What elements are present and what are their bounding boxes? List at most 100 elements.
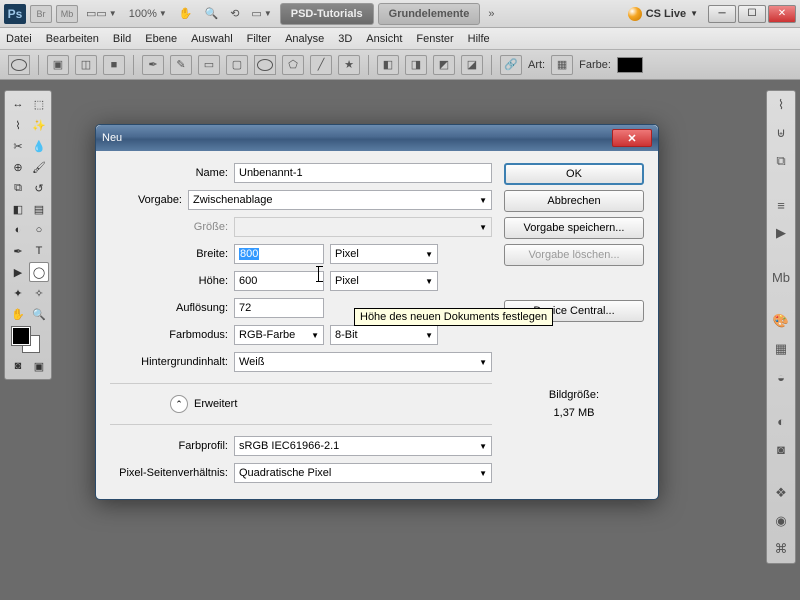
view-arrange-dropdown[interactable]: ▭▭ ▼ (82, 7, 121, 20)
colormode-dropdown[interactable]: RGB-Farbe▼ (234, 325, 324, 345)
menu-bild[interactable]: Bild (113, 33, 131, 45)
minibridge-icon[interactable]: Mb (56, 5, 78, 23)
mode-fill-icon[interactable]: ■ (103, 55, 125, 75)
3d-tool-icon[interactable]: ✦ (8, 283, 28, 303)
adjustments-panel-icon[interactable]: ◐ (770, 411, 792, 431)
stamp-tool-icon[interactable]: ⧉ (8, 178, 28, 198)
extras-dropdown[interactable]: ▭ ▼ (247, 7, 275, 20)
eyedropper-icon[interactable]: 💧 (29, 136, 49, 156)
channels-panel-icon[interactable]: ◉ (770, 511, 792, 531)
zoom-tool-icon[interactable]: 🔍 (200, 7, 222, 20)
shape-ellipse-icon[interactable] (8, 55, 30, 75)
mode-path-icon[interactable]: ◫ (75, 55, 97, 75)
menu-3d[interactable]: 3D (338, 33, 352, 45)
color-swatches[interactable] (8, 325, 49, 355)
dodge-tool-icon[interactable]: ○ (29, 220, 49, 240)
clone-source-icon[interactable]: ⧉ (770, 151, 792, 171)
actions-panel-icon[interactable]: ▶ (770, 223, 792, 243)
rotate-view-icon[interactable]: ⟲ (226, 7, 243, 20)
path-intersect-icon[interactable]: ◩ (433, 55, 455, 75)
menu-datei[interactable]: Datei (6, 33, 32, 45)
color-panel-icon[interactable]: 🎨 (770, 311, 792, 331)
paths-panel-icon[interactable]: ⌘ (770, 539, 792, 559)
ellipse-shape-icon[interactable] (254, 55, 276, 75)
mode-shape-layer-icon[interactable]: ▣ (47, 55, 69, 75)
menu-bearbeiten[interactable]: Bearbeiten (46, 33, 99, 45)
screenmode-icon[interactable]: ▣ (29, 356, 49, 376)
width-input[interactable]: 800 (234, 244, 324, 264)
more-workspaces-icon[interactable]: » (484, 8, 498, 20)
eraser-tool-icon[interactable]: ◧ (8, 199, 28, 219)
type-tool-icon[interactable]: T (29, 241, 49, 261)
minimize-button[interactable]: ─ (708, 5, 736, 23)
style-swatch[interactable]: ▦ (551, 55, 573, 75)
dialog-close-button[interactable]: ✕ (612, 129, 652, 147)
preset-dropdown[interactable]: Zwischenablage▼ (188, 190, 492, 210)
bridge-icon[interactable]: Br (30, 5, 52, 23)
menu-filter[interactable]: Filter (247, 33, 271, 45)
foreground-color-swatch[interactable] (12, 327, 30, 345)
3d-camera-icon[interactable]: ✧ (29, 283, 49, 303)
menu-auswahl[interactable]: Auswahl (191, 33, 233, 45)
brush-presets-icon[interactable]: ⊎ (770, 123, 792, 143)
magic-wand-icon[interactable]: ✨ (29, 115, 49, 135)
freeform-pen-icon[interactable]: ✎ (170, 55, 192, 75)
menu-ansicht[interactable]: Ansicht (366, 33, 402, 45)
custom-shape-icon[interactable]: ★ (338, 55, 360, 75)
crop-tool-icon[interactable]: ✂ (8, 136, 28, 156)
menu-ebene[interactable]: Ebene (145, 33, 177, 45)
move-tool-icon[interactable]: ↔ (8, 94, 28, 114)
quickmask-icon[interactable]: ◙ (8, 356, 28, 376)
pen-tool2-icon[interactable]: ✒ (8, 241, 28, 261)
save-preset-button[interactable]: Vorgabe speichern... (504, 217, 644, 239)
hand-tool-icon[interactable]: ✋ (175, 7, 197, 20)
resolution-input[interactable]: 72 (234, 298, 324, 318)
menu-fenster[interactable]: Fenster (416, 33, 453, 45)
colorprofile-dropdown[interactable]: sRGB IEC61966-2.1▼ (234, 436, 492, 456)
path-combine-icon[interactable]: ◧ (377, 55, 399, 75)
zoom-tool2-icon[interactable]: 🔍 (29, 304, 49, 324)
workspace-tab-psd-tutorials[interactable]: PSD-Tutorials (280, 3, 374, 25)
advanced-toggle-button[interactable]: ⌃ (170, 395, 188, 413)
zoom-dropdown[interactable]: 100% ▼ (125, 8, 171, 20)
gradient-tool-icon[interactable]: ▤ (29, 199, 49, 219)
bitdepth-dropdown[interactable]: 8-Bit▼ (330, 325, 438, 345)
brushes-panel-icon[interactable]: ⌇ (770, 95, 792, 115)
line-shape-icon[interactable]: ╱ (310, 55, 332, 75)
rounded-rect-icon[interactable]: ▢ (226, 55, 248, 75)
height-input[interactable]: 600 (234, 271, 324, 291)
history-brush-icon[interactable]: ↺ (29, 178, 49, 198)
link-icon[interactable]: 🔗 (500, 55, 522, 75)
maximize-button[interactable]: ☐ (738, 5, 766, 23)
pixel-aspect-dropdown[interactable]: Quadratische Pixel▼ (234, 463, 492, 483)
healing-brush-icon[interactable]: ⊕ (8, 157, 28, 177)
masks-panel-icon[interactable]: ◙ (770, 439, 792, 459)
ok-button[interactable]: OK (504, 163, 644, 185)
pen-tool-icon[interactable]: ✒ (142, 55, 164, 75)
background-dropdown[interactable]: Weiß▼ (234, 352, 492, 372)
width-unit-dropdown[interactable]: Pixel▼ (330, 244, 438, 264)
name-input[interactable]: Unbenannt-1 (234, 163, 492, 183)
fill-color-swatch[interactable] (617, 57, 643, 73)
dialog-titlebar[interactable]: Neu ✕ (96, 125, 658, 151)
lasso-tool-icon[interactable]: ⌇ (8, 115, 28, 135)
path-select-icon[interactable]: ▶ (8, 262, 28, 282)
menu-analyse[interactable]: Analyse (285, 33, 324, 45)
shape-tool-icon[interactable]: ◯ (29, 262, 49, 282)
marquee-tool-icon[interactable]: ⬚ (29, 94, 49, 114)
menu-hilfe[interactable]: Hilfe (468, 33, 490, 45)
blur-tool-icon[interactable]: ◐ (8, 220, 28, 240)
close-button[interactable]: ✕ (768, 5, 796, 23)
path-exclude-icon[interactable]: ◪ (461, 55, 483, 75)
height-unit-dropdown[interactable]: Pixel▼ (330, 271, 438, 291)
polygon-shape-icon[interactable]: ⬠ (282, 55, 304, 75)
cancel-button[interactable]: Abbrechen (504, 190, 644, 212)
path-subtract-icon[interactable]: ◨ (405, 55, 427, 75)
app-logo-icon[interactable]: Ps (4, 4, 26, 24)
mb-panel-icon[interactable]: Mb (770, 267, 792, 287)
workspace-tab-grundelemente[interactable]: Grundelemente (378, 3, 481, 25)
styles-panel-icon[interactable]: ◒ (770, 367, 792, 387)
rect-shape-icon[interactable]: ▭ (198, 55, 220, 75)
cs-live-button[interactable]: CS Live ▼ (628, 7, 698, 21)
layers-panel-icon[interactable]: ❖ (770, 483, 792, 503)
